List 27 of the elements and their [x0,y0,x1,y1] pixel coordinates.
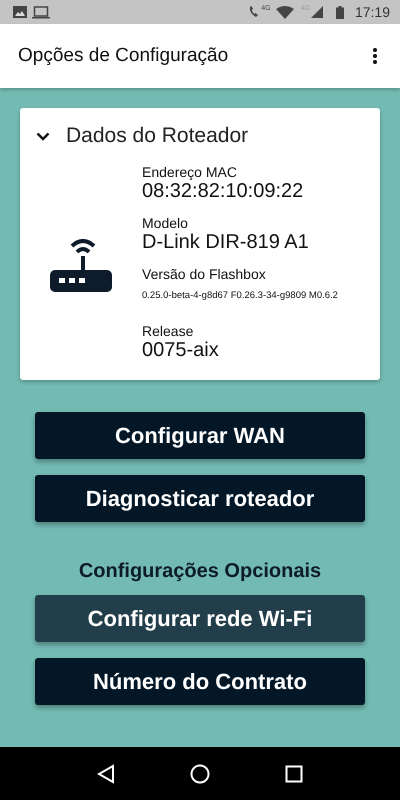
screen-title: Opções de Configuração [18,45,228,67]
phone-icon [248,5,260,19]
card-title: Dados do Roteador [66,124,248,148]
signal-icon [310,6,323,18]
field-label: Endereço MAC [142,164,238,180]
field-label: Modelo [142,215,189,231]
action-button[interactable]: Número do Contrato [35,658,365,705]
chevron-icon[interactable] [36,132,50,140]
field-value: 0.25.0-beta-4-g8d67 F0.26.3-34-g9809 M0.6.2 [142,290,338,301]
back-icon[interactable] [97,764,116,784]
more-options-icon[interactable] [372,47,378,65]
laptop-icon [32,6,50,18]
action-button[interactable]: Diagnosticar roteador [35,475,365,522]
image-icon [13,6,27,18]
home-icon[interactable] [190,764,210,784]
action-button[interactable]: Configurar WAN [35,412,365,459]
field-label: Versão do Flashbox [142,266,267,282]
field-value: 08:32:82:10:09:22 [142,180,304,203]
clock-time: 17:19 [354,4,390,20]
wifi-icon [276,6,294,18]
field-value: D-Link DIR-819 A1 [142,231,310,254]
action-button[interactable]: Configurar rede Wi-Fi [35,595,365,642]
section-title: Configurações Opcionais [78,560,322,583]
recents-icon[interactable] [284,764,303,782]
field-value: 0075-aix [142,339,220,362]
battery-icon [336,6,344,18]
field-label: Release [142,323,194,339]
